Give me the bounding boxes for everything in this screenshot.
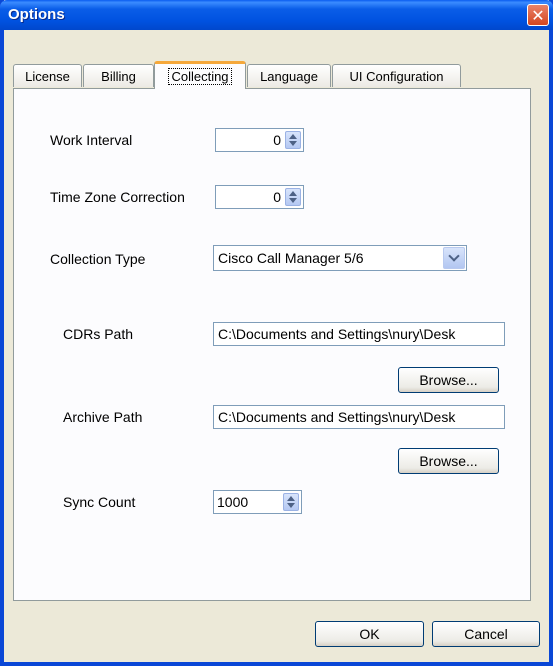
spinner-arrows-icon[interactable] [285,188,301,206]
archive-path-label: Archive Path [63,409,143,425]
archive-path-value: C:\Documents and Settings\nury\Desk [218,409,456,425]
sync-count-label: Sync Count [63,494,136,510]
collection-type-value: Cisco Call Manager 5/6 [218,250,364,266]
archive-path-input[interactable]: C:\Documents and Settings\nury\Desk [213,405,505,429]
cdrs-path-input[interactable]: C:\Documents and Settings\nury\Desk [213,322,505,346]
archive-browse-button[interactable]: Browse... [398,448,499,474]
chevron-down-icon[interactable] [443,247,465,269]
cdrs-browse-button[interactable]: Browse... [398,367,499,393]
spinner-arrows-icon[interactable] [285,131,301,149]
time-zone-value: 0 [273,189,281,205]
cdrs-path-value: C:\Documents and Settings\nury\Desk [218,326,456,342]
time-zone-label: Time Zone Correction [50,189,185,205]
cdrs-path-label: CDRs Path [63,326,134,342]
work-interval-spinner[interactable]: 0 [215,128,304,152]
work-interval-label: Work Interval [50,132,133,148]
spinner-arrows-icon[interactable] [283,493,299,511]
collection-type-label: Collection Type [50,251,146,267]
work-interval-value: 0 [273,132,281,148]
collection-type-select[interactable]: Cisco Call Manager 5/6 [213,245,467,271]
sync-count-value: 1000 [217,494,249,510]
sync-count-spinner[interactable]: 1000 [213,490,302,514]
time-zone-spinner[interactable]: 0 [215,185,304,209]
cancel-button[interactable]: Cancel [432,621,540,647]
ok-button[interactable]: OK [315,621,424,647]
